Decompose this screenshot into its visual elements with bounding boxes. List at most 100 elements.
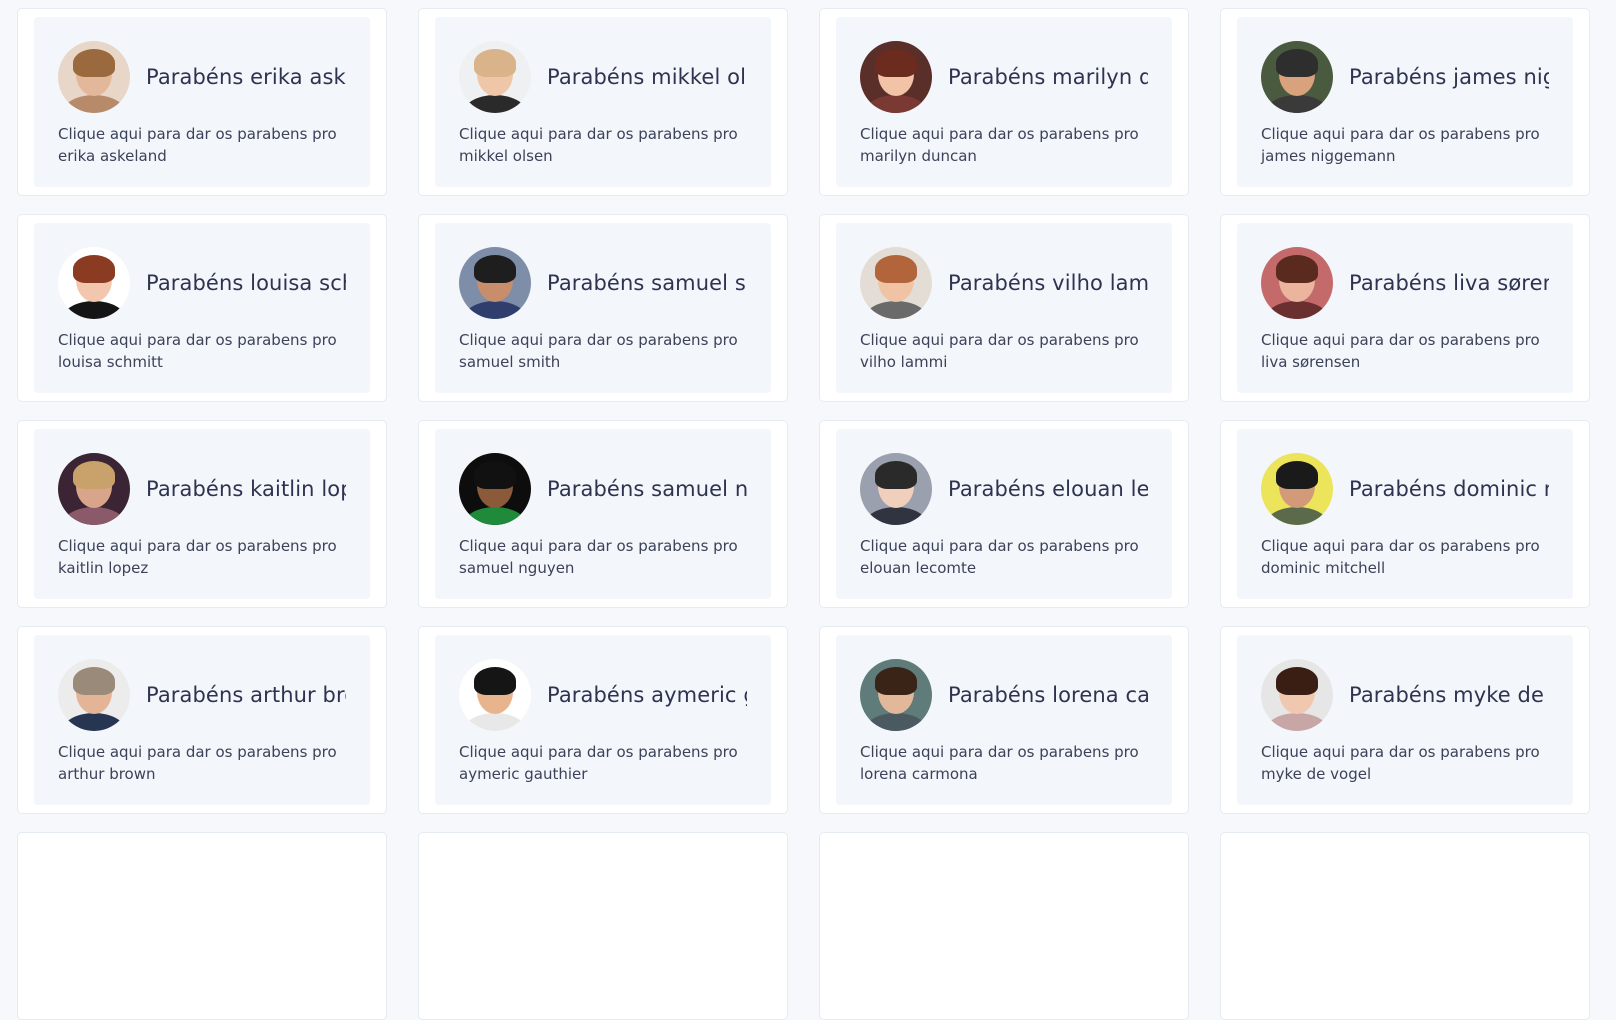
card-header: Parabéns samuel smith	[459, 247, 749, 319]
avatar-shoulders	[1264, 507, 1330, 525]
birthday-card[interactable]: Parabéns louisa schmitt Clique aqui para…	[17, 214, 387, 402]
card-header: Parabéns mikkel olsen	[459, 41, 749, 113]
card-description: Clique aqui para dar os parabens pro eri…	[58, 123, 338, 167]
card-description: Clique aqui para dar os parabens pro art…	[58, 741, 338, 785]
birthday-card[interactable]: Parabéns myke de vogel Clique aqui para …	[1220, 626, 1590, 814]
card-title: Parabéns samuel smith	[547, 271, 747, 295]
avatar-shoulders	[462, 507, 528, 525]
card-title: Parabéns liva sørensen	[1349, 271, 1549, 295]
avatar	[58, 453, 130, 525]
birthday-card[interactable]: Parabéns arthur brown Clique aqui para d…	[17, 626, 387, 814]
card-title: Parabéns kaitlin lopez	[146, 477, 346, 501]
card-title: Parabéns vilho lammi	[948, 271, 1148, 295]
avatar-hair	[474, 461, 516, 489]
avatar	[459, 453, 531, 525]
card-content: Parabéns samuel nguyen Clique aqui para …	[435, 429, 771, 599]
card-content: Parabéns dominic mitchell Clique aqui pa…	[1237, 429, 1573, 599]
card-header: Parabéns lorena carmona	[860, 659, 1150, 731]
card-header: Parabéns liva sørensen	[1261, 247, 1551, 319]
card-description-prefix: Clique aqui para dar os parabens pro	[1261, 537, 1540, 555]
avatar-hair	[73, 667, 115, 695]
birthday-card[interactable]: Parabéns aymeric gauthier Clique aqui pa…	[418, 626, 788, 814]
card-title: Parabéns arthur brown	[146, 683, 346, 707]
avatar-shoulders	[863, 95, 929, 113]
card-description-prefix: Clique aqui para dar os parabens pro	[58, 537, 337, 555]
card-person-name: erika askeland	[58, 147, 167, 165]
card-content: Parabéns louisa schmitt Clique aqui para…	[34, 223, 370, 393]
card-description: Clique aqui para dar os parabens pro kai…	[58, 535, 338, 579]
card-header: Parabéns dominic mitchell	[1261, 453, 1551, 525]
avatar-hair	[73, 49, 115, 77]
avatar	[459, 659, 531, 731]
birthday-card[interactable]: Parabéns liva sørensen Clique aqui para …	[1220, 214, 1590, 402]
avatar-shoulders	[462, 713, 528, 731]
card-description-prefix: Clique aqui para dar os parabens pro	[459, 743, 738, 761]
card-description: Clique aqui para dar os parabens pro aym…	[459, 741, 739, 785]
card-description-prefix: Clique aqui para dar os parabens pro	[459, 125, 738, 143]
card-description-prefix: Clique aqui para dar os parabens pro	[58, 125, 337, 143]
birthday-card[interactable]: Parabéns vilho lammi Clique aqui para da…	[819, 214, 1189, 402]
avatar	[58, 247, 130, 319]
avatar-hair	[875, 461, 917, 489]
birthday-card[interactable]: Parabéns mikkel olsen Clique aqui para d…	[418, 8, 788, 196]
card-description: Clique aqui para dar os parabens pro myk…	[1261, 741, 1541, 785]
card-content: Parabéns samuel smith Clique aqui para d…	[435, 223, 771, 393]
card-title: Parabéns elouan lecomte	[948, 477, 1148, 501]
card-description-prefix: Clique aqui para dar os parabens pro	[860, 537, 1139, 555]
avatar	[459, 41, 531, 113]
card-title: Parabéns mikkel olsen	[547, 65, 747, 89]
avatar-hair	[474, 255, 516, 283]
card-content: Parabéns mikkel olsen Clique aqui para d…	[435, 17, 771, 187]
birthday-card[interactable]	[1220, 832, 1590, 1020]
avatar	[860, 453, 932, 525]
avatar-shoulders	[61, 713, 127, 731]
card-description-prefix: Clique aqui para dar os parabens pro	[1261, 743, 1540, 761]
avatar-hair	[1276, 255, 1318, 283]
card-content: Parabéns lorena carmona Clique aqui para…	[836, 635, 1172, 805]
avatar-shoulders	[61, 507, 127, 525]
card-description: Clique aqui para dar os parabens pro sam…	[459, 329, 739, 373]
birthday-card[interactable]: Parabéns samuel smith Clique aqui para d…	[418, 214, 788, 402]
avatar-hair	[875, 255, 917, 283]
card-title: Parabéns samuel nguyen	[547, 477, 747, 501]
avatar-hair	[875, 667, 917, 695]
avatar-hair	[474, 49, 516, 77]
card-person-name: vilho lammi	[860, 353, 948, 371]
birthday-card[interactable]	[418, 832, 788, 1020]
card-description: Clique aqui para dar os parabens pro lou…	[58, 329, 338, 373]
card-title: Parabéns louisa schmitt	[146, 271, 346, 295]
card-title: Parabéns erika askeland	[146, 65, 346, 89]
card-content: Parabéns arthur brown Clique aqui para d…	[34, 635, 370, 805]
card-description-prefix: Clique aqui para dar os parabens pro	[58, 331, 337, 349]
card-person-name: kaitlin lopez	[58, 559, 149, 577]
card-person-name: james niggemann	[1261, 147, 1396, 165]
card-content: Parabéns james niggemann Clique aqui par…	[1237, 17, 1573, 187]
avatar	[1261, 659, 1333, 731]
birthday-card[interactable]: Parabéns dominic mitchell Clique aqui pa…	[1220, 420, 1590, 608]
card-description-prefix: Clique aqui para dar os parabens pro	[860, 331, 1139, 349]
card-person-name: lorena carmona	[860, 765, 978, 783]
avatar-shoulders	[462, 301, 528, 319]
birthday-card[interactable]	[819, 832, 1189, 1020]
card-description-prefix: Clique aqui para dar os parabens pro	[459, 331, 738, 349]
card-header: Parabéns louisa schmitt	[58, 247, 348, 319]
card-header: Parabéns marilyn duncan	[860, 41, 1150, 113]
card-description-prefix: Clique aqui para dar os parabens pro	[1261, 331, 1540, 349]
birthday-card[interactable]: Parabéns samuel nguyen Clique aqui para …	[418, 420, 788, 608]
avatar-shoulders	[61, 95, 127, 113]
birthday-card[interactable]: Parabéns kaitlin lopez Clique aqui para …	[17, 420, 387, 608]
avatar-shoulders	[1264, 713, 1330, 731]
avatar-shoulders	[863, 301, 929, 319]
birthday-card[interactable]: Parabéns elouan lecomte Clique aqui para…	[819, 420, 1189, 608]
birthday-card[interactable]	[17, 832, 387, 1020]
card-header: Parabéns vilho lammi	[860, 247, 1150, 319]
card-person-name: myke de vogel	[1261, 765, 1372, 783]
birthday-card[interactable]: Parabéns lorena carmona Clique aqui para…	[819, 626, 1189, 814]
birthday-card[interactable]: Parabéns james niggemann Clique aqui par…	[1220, 8, 1590, 196]
birthday-card[interactable]: Parabéns erika askeland Clique aqui para…	[17, 8, 387, 196]
card-person-name: louisa schmitt	[58, 353, 163, 371]
card-description: Clique aqui para dar os parabens pro lor…	[860, 741, 1140, 785]
birthday-card[interactable]: Parabéns marilyn duncan Clique aqui para…	[819, 8, 1189, 196]
card-description: Clique aqui para dar os parabens pro elo…	[860, 535, 1140, 579]
card-title: Parabéns aymeric gauthier	[547, 683, 747, 707]
